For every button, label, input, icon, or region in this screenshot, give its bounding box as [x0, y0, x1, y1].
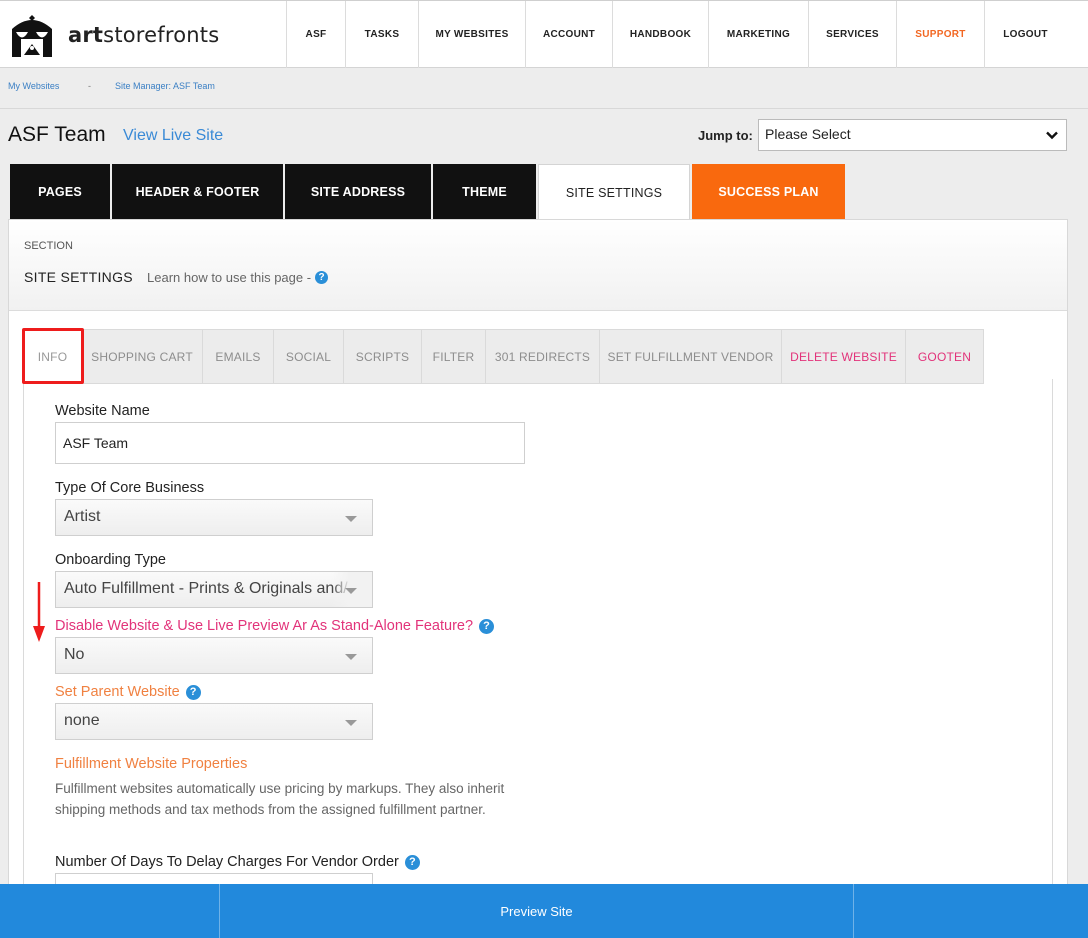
disable-website-label: Disable Website & Use Live Preview Ar As… — [55, 618, 495, 634]
breadcrumb: My Websites - Site Manager: ASF Team — [0, 68, 1088, 109]
website-name-label: Website Name — [55, 403, 150, 419]
nav-my-websites[interactable]: MY WEBSITES — [419, 1, 526, 68]
delay-charges-label-text: Number Of Days To Delay Charges For Vend… — [55, 854, 399, 870]
settings-subtabs: INFO SHOPPING CART EMAILS SOCIAL SCRIPTS… — [23, 329, 984, 384]
dropdown-caret-icon — [345, 654, 357, 660]
fulfillment-properties-title: Fulfillment Website Properties — [55, 756, 248, 772]
disable-website-value: No — [64, 646, 85, 663]
help-icon[interactable]: ? — [404, 855, 420, 870]
help-icon[interactable]: ? — [479, 619, 495, 634]
dropdown-caret-icon — [345, 588, 357, 594]
tab-site-settings[interactable]: SITE SETTINGS — [538, 164, 690, 220]
page-area: ASF Team View Live Site Jump to: Please … — [0, 109, 1088, 938]
red-down-arrow-icon — [33, 582, 45, 642]
core-business-value: Artist — [64, 508, 101, 525]
page-title: ASF Team — [8, 123, 106, 146]
tab-theme[interactable]: THEME — [433, 164, 536, 219]
breadcrumb-my-websites[interactable]: My Websites — [8, 81, 59, 91]
dropdown-caret-icon — [345, 720, 357, 726]
subtab-emails[interactable]: EMAILS — [203, 330, 274, 383]
learn-how-link[interactable]: Learn how to use this page - ? — [147, 270, 329, 285]
section-header: SECTION SITE SETTINGS Learn how to use t… — [9, 220, 1067, 311]
core-business-select[interactable]: Artist — [55, 499, 373, 536]
subtab-delete-website[interactable]: DELETE WEBSITE — [782, 330, 906, 383]
main-tabs: PAGES HEADER & FOOTER SITE ADDRESS THEME… — [10, 164, 847, 220]
info-tab-highlight — [22, 328, 84, 384]
parent-website-select[interactable]: none — [55, 703, 373, 740]
nav-marketing[interactable]: MARKETING — [709, 1, 809, 68]
subtab-social[interactable]: SOCIAL — [274, 330, 344, 383]
dropdown-caret-icon — [345, 516, 357, 522]
parent-website-label: Set Parent Website? — [55, 684, 201, 700]
nav-tasks[interactable]: TASKS — [346, 1, 419, 68]
subtab-set-fulfillment-vendor[interactable]: SET FULFILLMENT VENDOR — [600, 330, 782, 383]
subtab-gooten[interactable]: GOOTEN — [906, 330, 983, 383]
tab-site-address[interactable]: SITE ADDRESS — [285, 164, 431, 219]
bottom-action-bar: Preview Site — [0, 884, 1088, 938]
subtab-filter[interactable]: FILTER — [422, 330, 486, 383]
nav-account[interactable]: ACCOUNT — [526, 1, 613, 68]
nav-asf[interactable]: ASF — [286, 1, 346, 68]
tab-pages[interactable]: PAGES — [10, 164, 110, 219]
preview-site-button[interactable]: Preview Site — [220, 884, 854, 938]
learn-how-text: Learn how to use this page - — [147, 270, 312, 285]
storefront-logo-icon — [12, 15, 52, 57]
tab-header-footer[interactable]: HEADER & FOOTER — [112, 164, 283, 219]
jump-to-value: Please Select — [765, 126, 851, 142]
nav-services[interactable]: SERVICES — [809, 1, 897, 68]
onboarding-type-value: Auto Fulfillment - Prints & Originals an… — [64, 580, 348, 597]
help-icon[interactable]: ? — [315, 271, 329, 284]
fulfillment-properties-description: Fulfillment websites automatically use p… — [55, 781, 505, 817]
nav-support[interactable]: SUPPORT — [897, 1, 985, 68]
tab-success-plan[interactable]: SUCCESS PLAN — [692, 164, 845, 219]
site-settings-panel: SECTION SITE SETTINGS Learn how to use t… — [8, 219, 1068, 938]
main-menu: ASF TASKS MY WEBSITES ACCOUNT HANDBOOK M… — [286, 1, 1066, 68]
jump-to-label: Jump to: — [698, 128, 753, 143]
nav-handbook[interactable]: HANDBOOK — [613, 1, 709, 68]
view-live-site-link[interactable]: View Live Site — [123, 127, 223, 145]
bottom-bar-left-segment[interactable] — [0, 884, 220, 938]
help-icon[interactable]: ? — [185, 685, 201, 700]
nav-logout[interactable]: LOGOUT — [985, 1, 1066, 68]
top-navigation: artstorefronts ASF TASKS MY WEBSITES ACC… — [0, 0, 1088, 68]
disable-website-label-text: Disable Website & Use Live Preview Ar As… — [55, 618, 474, 634]
section-kicker: SECTION — [24, 240, 73, 252]
subtab-scripts[interactable]: SCRIPTS — [344, 330, 422, 383]
jump-to-select[interactable]: Please Select — [758, 119, 1067, 151]
core-business-label: Type Of Core Business — [55, 480, 205, 496]
breadcrumb-separator: - — [88, 81, 91, 91]
onboarding-type-select[interactable]: Auto Fulfillment - Prints & Originals an… — [55, 571, 373, 608]
brand-logo[interactable]: artstorefronts — [8, 11, 219, 59]
brand-wordmark: artstorefronts — [68, 23, 220, 47]
parent-website-label-text: Set Parent Website — [55, 684, 180, 700]
subtab-shopping-cart[interactable]: SHOPPING CART — [82, 330, 203, 383]
chevron-down-icon — [1046, 131, 1058, 140]
breadcrumb-site-manager[interactable]: Site Manager: ASF Team — [115, 81, 215, 91]
parent-website-value: none — [64, 712, 100, 729]
website-name-input[interactable]: ASF Team — [55, 422, 525, 464]
delay-charges-label: Number Of Days To Delay Charges For Vend… — [55, 854, 420, 870]
disable-website-select[interactable]: No — [55, 637, 373, 674]
onboarding-type-label: Onboarding Type — [55, 552, 166, 568]
subtab-301-redirects[interactable]: 301 REDIRECTS — [486, 330, 600, 383]
section-title: SITE SETTINGS — [24, 269, 133, 285]
